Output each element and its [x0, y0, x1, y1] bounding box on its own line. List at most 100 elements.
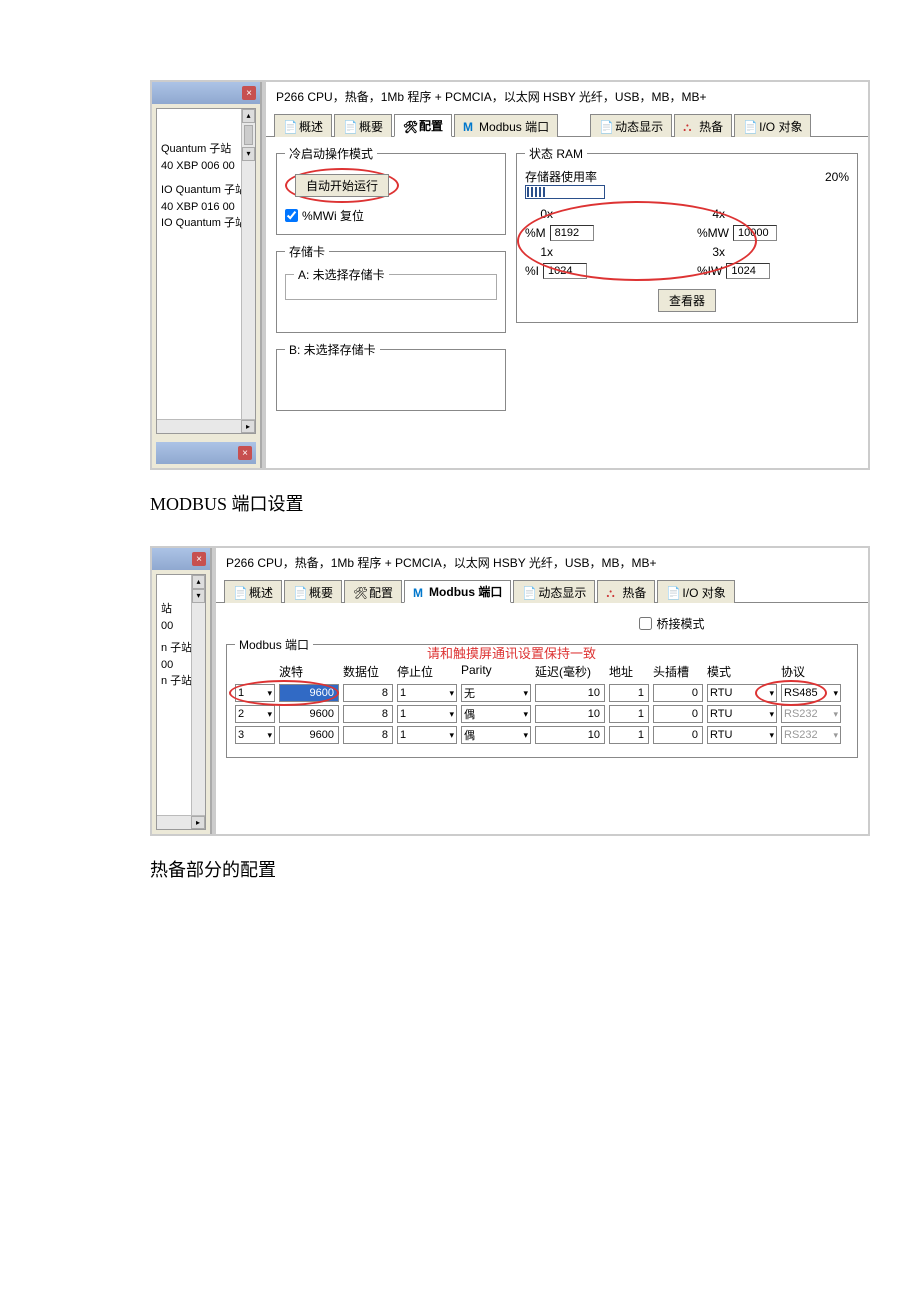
tab-io[interactable]: 📄I/O 对象	[657, 580, 734, 603]
vertical-scrollbar[interactable]: ▴ ▾	[241, 109, 255, 419]
modbus-port-legend: Modbus 端口	[235, 636, 313, 653]
head-input[interactable]: 0	[653, 705, 703, 723]
tab-desc[interactable]: 📄概述	[274, 114, 332, 137]
tree-item[interactable]: IO Quantum 子站	[161, 215, 251, 232]
tab-summary[interactable]: 📄概要	[334, 114, 392, 137]
port-select[interactable]: 3	[235, 726, 275, 744]
tree-item[interactable]: 40 XBP 016 00	[161, 199, 251, 216]
sbits-select[interactable]: 1	[397, 726, 457, 744]
head-input[interactable]: 0	[653, 684, 703, 702]
baud-input[interactable]: 9600	[279, 705, 339, 723]
tab-desc[interactable]: 📄概述	[224, 580, 282, 603]
doc-icon: 📄	[233, 586, 245, 598]
delay-input[interactable]: 10	[535, 684, 605, 702]
left-pane: × Quantum 子站 40 XBP 006 00 IO Quantum 子站…	[152, 82, 262, 468]
viewer-button[interactable]: 查看器	[658, 289, 716, 312]
tab-anim[interactable]: 📄动态显示	[513, 580, 595, 603]
scroll-thumb[interactable]	[244, 125, 253, 145]
tab-config[interactable]: 🛠 配置	[344, 580, 402, 603]
parity-select[interactable]: 无	[461, 684, 531, 702]
config-icon: 🛠	[353, 586, 365, 598]
close-icon[interactable]: ×	[238, 446, 252, 460]
modbus-row: 3 9600 8 1 偶 10 1 0 RTU RS232	[235, 726, 849, 744]
addr-input[interactable]: 1	[609, 726, 649, 744]
dbits-input[interactable]: 8	[343, 726, 393, 744]
scroll-right-icon[interactable]: ▸	[191, 816, 205, 829]
tab-bar: 📄概述 📄概要 🛠 配置 MModbus 端口 📄动态显示 ⛬热备 📄I/O 对象	[216, 577, 868, 603]
ram-m-prefix: %M	[525, 226, 546, 240]
tab-modbus[interactable]: MModbus 端口	[454, 114, 558, 137]
highlight-ellipse: 自动开始运行	[285, 168, 399, 203]
mode-select[interactable]: RTU	[707, 705, 777, 723]
baud-input[interactable]: 9600	[279, 726, 339, 744]
horizontal-scrollbar[interactable]: ▸	[157, 815, 205, 829]
sbits-select[interactable]: 1	[397, 684, 457, 702]
tab-label: 配置	[369, 584, 393, 601]
tab-anim[interactable]: 📄动态显示	[590, 114, 672, 137]
hdr-addr: 地址	[609, 663, 649, 680]
card-legend: 存储卡	[285, 243, 329, 260]
addr-input[interactable]: 1	[609, 684, 649, 702]
baud-input[interactable]: 9600	[279, 684, 339, 702]
scroll-up-icon[interactable]: ▴	[242, 109, 255, 123]
close-icon[interactable]: ×	[192, 552, 206, 566]
tab-bar: 📄概述 📄概要 🛠配置 MModbus 端口 📄动态显示 ⛬热备 📄I/O 对象	[266, 111, 868, 137]
close-icon[interactable]: ×	[242, 86, 256, 100]
mode-select[interactable]: RTU	[707, 684, 777, 702]
tree-item[interactable]: IO Quantum 子站	[161, 182, 251, 199]
proto-select: RS232	[781, 726, 841, 744]
ram-iw-input[interactable]: 1024	[726, 263, 770, 279]
mode-select[interactable]: RTU	[707, 726, 777, 744]
card-a-group: 存储卡 A: 未选择存储卡	[276, 243, 506, 333]
tree-item[interactable]: Quantum 子站	[161, 141, 251, 158]
caption-modbus: MODBUS 端口设置	[150, 490, 920, 516]
main-pane: P266 CPU，热备，1Mb 程序 + PCMCIA，以太网 HSBY 光纤，…	[212, 548, 868, 834]
ram-m-input[interactable]: 8192	[550, 225, 594, 241]
ram-3x-label: 3x	[697, 245, 725, 259]
tab-hotstandby[interactable]: ⛬热备	[674, 114, 732, 137]
cold-start-group: 冷启动操作模式 自动开始运行 %MWi 复位	[276, 145, 506, 235]
scroll-right-icon[interactable]: ▸	[241, 420, 255, 433]
scroll-down-icon[interactable]: ▾	[192, 589, 205, 603]
tab-io[interactable]: 📄I/O 对象	[734, 114, 811, 137]
horizontal-scrollbar[interactable]: ▸	[157, 419, 255, 433]
parity-select[interactable]: 偶	[461, 705, 531, 723]
bridge-mode-checkbox[interactable]	[639, 617, 652, 630]
ram-iw-prefix: %IW	[697, 264, 722, 278]
tree-item[interactable]: 40 XBP 006 00	[161, 158, 251, 175]
delay-input[interactable]: 10	[535, 726, 605, 744]
mwi-reset-checkbox[interactable]	[285, 209, 298, 222]
sbits-select[interactable]: 1	[397, 705, 457, 723]
scroll-down-icon[interactable]: ▾	[242, 147, 255, 161]
vertical-scrollbar[interactable]: ▴ ▾	[191, 575, 205, 815]
mwi-reset-label: %MWi 复位	[302, 207, 364, 224]
dbits-input[interactable]: 8	[343, 684, 393, 702]
tab-modbus[interactable]: MModbus 端口	[404, 580, 511, 603]
tab-config[interactable]: 🛠配置	[394, 114, 452, 137]
tab-hotstandby[interactable]: ⛬热备	[597, 580, 655, 603]
scroll-up-icon[interactable]: ▴	[192, 575, 205, 589]
card-b-sub: B: 未选择存储卡	[285, 341, 380, 358]
ram-mw-input[interactable]: 10000	[733, 225, 777, 241]
parity-select[interactable]: 偶	[461, 726, 531, 744]
cpu-title: P266 CPU，热备，1Mb 程序 + PCMCIA，以太网 HSBY 光纤，…	[216, 548, 868, 577]
modbus-row: 2 9600 8 1 偶 10 1 0 RTU RS232	[235, 705, 849, 723]
tab-summary[interactable]: 📄概要	[284, 580, 342, 603]
dbits-input[interactable]: 8	[343, 705, 393, 723]
doc-icon: 📄	[743, 120, 755, 132]
delay-input[interactable]: 10	[535, 705, 605, 723]
addr-input[interactable]: 1	[609, 705, 649, 723]
head-input[interactable]: 0	[653, 726, 703, 744]
tree-view[interactable]: Quantum 子站 40 XBP 006 00 IO Quantum 子站 4…	[156, 108, 256, 434]
doc-icon: 📄	[599, 120, 611, 132]
pane-titlebar: ×	[152, 82, 260, 104]
tree-view[interactable]: 站 00 n 子站 00 n 子站 ▴ ▾ ▸	[156, 574, 206, 830]
ram-legend: 状态 RAM	[525, 145, 587, 162]
hot-icon: ⛬	[683, 120, 695, 132]
ram-i-input[interactable]: 1024	[543, 263, 587, 279]
proto-select[interactable]: RS485	[781, 684, 841, 702]
doc-icon: 📄	[522, 586, 534, 598]
auto-run-button[interactable]: 自动开始运行	[295, 174, 389, 197]
port-select[interactable]: 2	[235, 705, 275, 723]
port-select[interactable]: 1	[235, 684, 275, 702]
